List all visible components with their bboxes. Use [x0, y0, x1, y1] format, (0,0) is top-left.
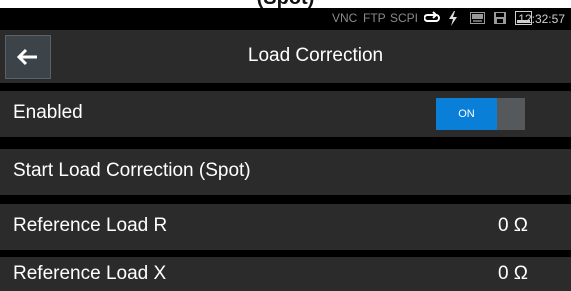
- page-header: Load Correction: [0, 30, 571, 83]
- bolt-icon: [448, 11, 458, 29]
- clipped-title-strip: (Spot): [0, 0, 571, 8]
- loop-icon: [423, 11, 440, 28]
- start-load-correction-row[interactable]: Start Load Correction (Spot): [0, 149, 571, 195]
- vnc-indicator: VNC: [332, 11, 358, 25]
- clipped-title-text: (Spot): [0, 0, 571, 8]
- reference-load-r-label: Reference Load R: [13, 215, 168, 236]
- reference-load-x-row[interactable]: Reference Load X 0 Ω: [0, 257, 571, 291]
- ftp-indicator: FTP: [363, 11, 386, 25]
- scpi-indicator: SCPI: [390, 11, 419, 25]
- back-button[interactable]: [5, 35, 51, 79]
- toggle-on-state: ON: [436, 98, 497, 130]
- clock-time: 12:32:57: [518, 12, 565, 26]
- save-icon: [494, 12, 506, 27]
- reference-load-x-value: 0 Ω: [497, 263, 528, 284]
- enabled-toggle[interactable]: ON: [436, 98, 525, 130]
- reference-load-x-label: Reference Load X: [13, 263, 167, 284]
- arrow-left-icon: [17, 48, 37, 66]
- start-load-correction-label: Start Load Correction (Spot): [13, 160, 251, 181]
- enabled-row[interactable]: Enabled ON: [0, 91, 571, 137]
- reference-load-r-row[interactable]: Reference Load R 0 Ω: [0, 204, 571, 250]
- page-title: Load Correction: [247, 45, 384, 66]
- toggle-knob[interactable]: [498, 100, 523, 128]
- enabled-label: Enabled: [13, 102, 83, 123]
- display-icon: [470, 12, 485, 27]
- reference-load-r-value: 0 Ω: [497, 215, 528, 236]
- instrument-screen: VNC FTP SCPI 12:32:57 Load Correction En…: [0, 8, 571, 291]
- status-bar: VNC FTP SCPI 12:32:57: [0, 8, 571, 29]
